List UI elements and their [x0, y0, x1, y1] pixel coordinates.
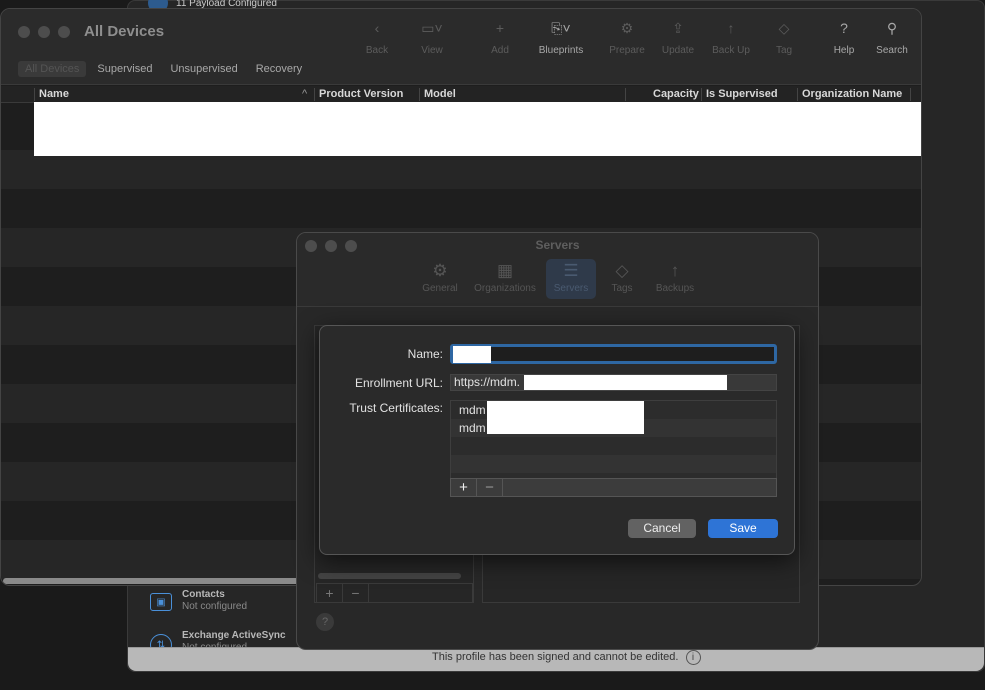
update-button[interactable]: ⇪ Update	[648, 19, 708, 56]
add-certificate-button[interactable]: +	[451, 479, 477, 496]
certificate-list-controls: + −	[450, 478, 777, 497]
window-title: All Devices	[84, 23, 165, 40]
update-icon: ⇪	[672, 20, 684, 36]
column-organization-name[interactable]: Organization Name	[802, 88, 902, 100]
servers-window-title: Servers	[535, 238, 580, 252]
filter-unsupervised[interactable]: Unsupervised	[163, 61, 244, 77]
sidebar-item-title: Exchange ActiveSync	[182, 630, 286, 641]
column-separator	[910, 88, 911, 101]
tab-organizations[interactable]: ▦ Organizations	[469, 259, 541, 294]
remove-certificate-button[interactable]: −	[477, 479, 503, 496]
info-icon[interactable]: i	[685, 650, 701, 665]
sidebar-item-title: Contacts	[182, 589, 225, 600]
save-button[interactable]: Save	[708, 519, 778, 538]
back-icon: ‹	[374, 20, 380, 36]
name-label: Name:	[407, 347, 443, 361]
blueprints-button[interactable]: ⎘˅ Blueprints	[531, 19, 591, 56]
device-table-header: Name ^ Product Version Model Capacity Is…	[1, 86, 921, 103]
tab-tags[interactable]: ◇ Tags	[602, 259, 642, 294]
signed-profile-text: This profile has been signed and cannot …	[432, 651, 679, 663]
column-is-supervised[interactable]: Is Supervised	[706, 88, 778, 100]
back-up-icon: ↑	[727, 20, 735, 36]
column-separator	[797, 88, 798, 101]
device-filter-bar: All Devices Supervised Unsupervised Reco…	[18, 61, 309, 77]
column-separator	[625, 88, 626, 101]
column-name[interactable]: Name	[39, 88, 69, 100]
tag-button[interactable]: ◇ Tag	[754, 19, 814, 56]
filter-recovery[interactable]: Recovery	[249, 61, 309, 77]
column-separator	[314, 88, 315, 101]
tag-icon: ◇	[778, 20, 790, 36]
server-list-scrollbar[interactable]	[318, 573, 461, 579]
window-controls[interactable]	[18, 26, 70, 38]
server-list-controls: + −	[316, 583, 473, 603]
redacted-name-value	[453, 346, 491, 363]
column-separator	[419, 88, 420, 101]
minimize-button[interactable]	[38, 26, 50, 38]
servers-icon: ☰	[563, 261, 579, 280]
view-button[interactable]: ▭˅ View	[402, 19, 462, 56]
add-icon: +	[495, 20, 505, 36]
column-model[interactable]: Model	[424, 88, 456, 100]
add-button[interactable]: + Add	[470, 19, 530, 56]
filter-all-devices[interactable]: All Devices	[18, 61, 87, 77]
enrollment-url-label: Enrollment URL:	[354, 376, 443, 390]
gear-icon: ⚙	[432, 261, 448, 280]
back-up-button[interactable]: ↑ Back Up	[701, 19, 761, 56]
horizontal-scrollbar[interactable]	[3, 578, 303, 584]
view-icon: ▭˅	[421, 20, 443, 36]
sidebar-item-subtitle: Not configured	[182, 601, 248, 612]
tab-servers[interactable]: ☰ Servers	[546, 259, 596, 299]
remove-server-button[interactable]: −	[343, 584, 369, 602]
add-server-button[interactable]: +	[317, 584, 343, 602]
sort-ascending-icon: ^	[302, 88, 308, 100]
edit-server-sheet: Name: Enrollment URL: https://mdm. Trust…	[319, 325, 795, 555]
name-field[interactable]	[450, 344, 777, 364]
list-item	[451, 455, 776, 473]
trust-certificates-label: Trust Certificates:	[349, 401, 443, 415]
servers-title-bar: Servers ⚙ General ▦ Organizations ☰ Serv…	[297, 233, 818, 307]
redacted-device-row	[34, 102, 921, 156]
column-separator	[701, 88, 702, 101]
building-icon: ▦	[496, 261, 514, 280]
column-product-version[interactable]: Product Version	[319, 88, 403, 100]
close-button[interactable]	[18, 26, 30, 38]
search-button[interactable]: ⚲ Search	[862, 19, 921, 56]
column-capacity[interactable]: Capacity	[653, 88, 699, 100]
tab-backups[interactable]: ↑ Backups	[650, 259, 700, 294]
table-row[interactable]	[1, 189, 921, 228]
redacted-certificate-names	[487, 401, 644, 434]
back-button[interactable]: ‹ Back	[347, 19, 407, 56]
sidebar-item-contacts[interactable]: ▣ Contacts Not configured	[150, 589, 247, 612]
signed-profile-message: This profile has been signed and cannot …	[432, 650, 701, 665]
backup-icon: ↑	[670, 261, 680, 280]
title-bar: All Devices ‹ Back ▭˅ View + Add ⎘˅ Blue…	[1, 9, 921, 85]
trust-certificates-list[interactable]: mdm mdm	[450, 400, 777, 480]
cancel-button[interactable]: Cancel	[628, 519, 696, 538]
blueprints-icon: ⎘˅	[551, 20, 571, 36]
contacts-icon: ▣	[150, 593, 172, 611]
search-icon: ⚲	[886, 20, 898, 36]
zoom-button[interactable]	[58, 26, 70, 38]
enrollment-url-value: https://mdm.	[454, 375, 521, 389]
help-button[interactable]: ?	[316, 613, 334, 631]
column-separator	[34, 88, 35, 101]
tab-general[interactable]: ⚙ General	[417, 259, 463, 294]
filter-supervised[interactable]: Supervised	[90, 61, 159, 77]
list-item	[451, 437, 776, 455]
enrollment-url-field[interactable]: https://mdm.	[450, 374, 777, 391]
tag-icon: ◇	[615, 261, 629, 280]
redacted-url-value	[524, 375, 727, 390]
